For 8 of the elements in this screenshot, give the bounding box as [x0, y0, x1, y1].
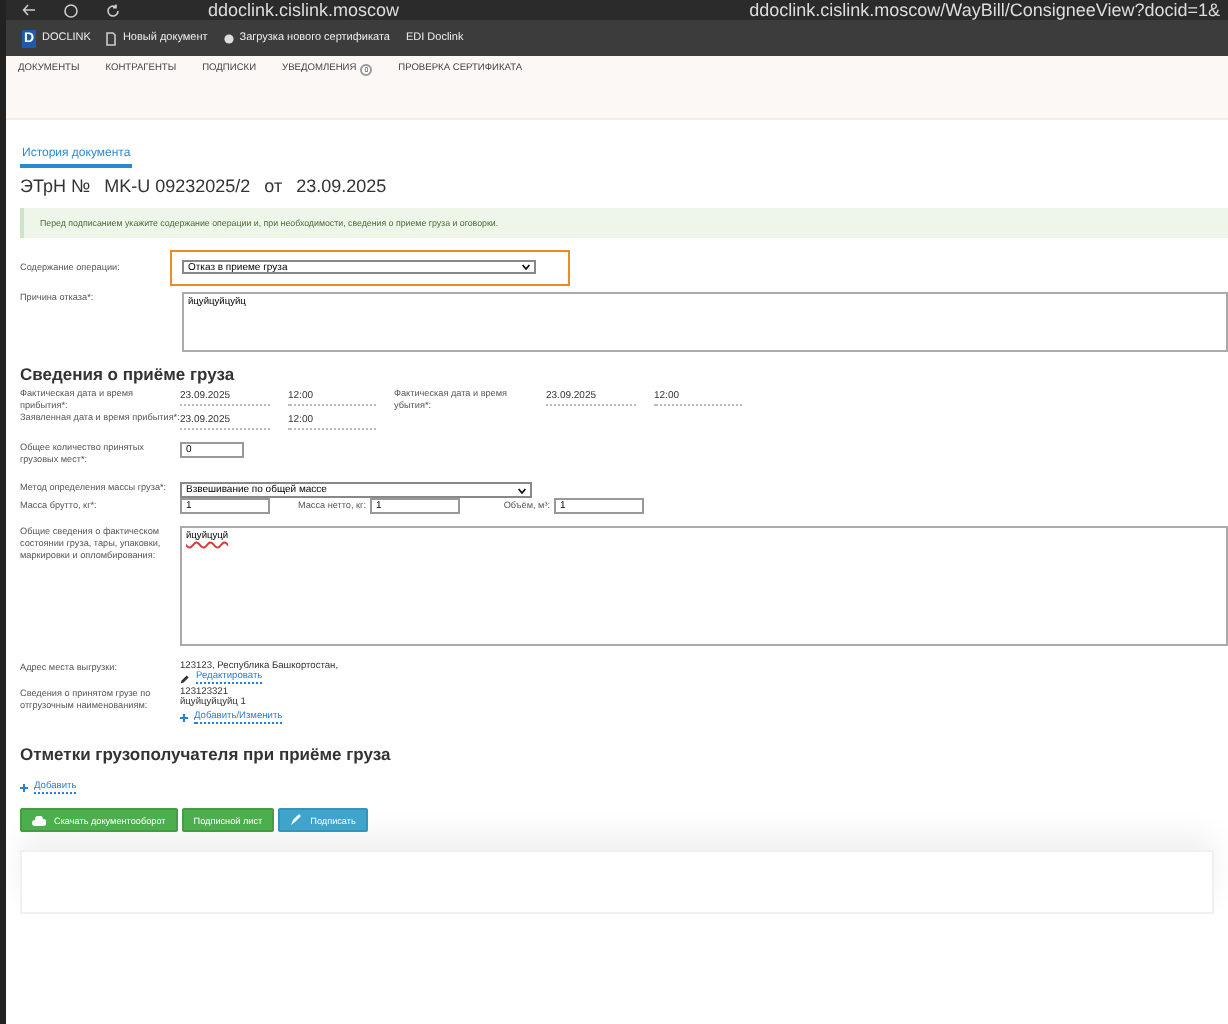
section-heading: Отметки грузополучателя при приёме груза: [20, 744, 393, 764]
document-date: 23.09.2025: [296, 176, 387, 196]
address-bar[interactable]: ddoclink.cislink.moscow: [208, 0, 400, 20]
title-text: от: [264, 176, 283, 196]
document-type: ЭТрН №: [20, 176, 91, 196]
document-number: MK-U 09232025/2: [104, 176, 251, 196]
page-url: ddoclink.cislink.moscow/WayBill/ConsigneeView?docid=1&: [749, 0, 1220, 20]
section-heading: Сведения о приёме груза: [20, 364, 237, 384]
